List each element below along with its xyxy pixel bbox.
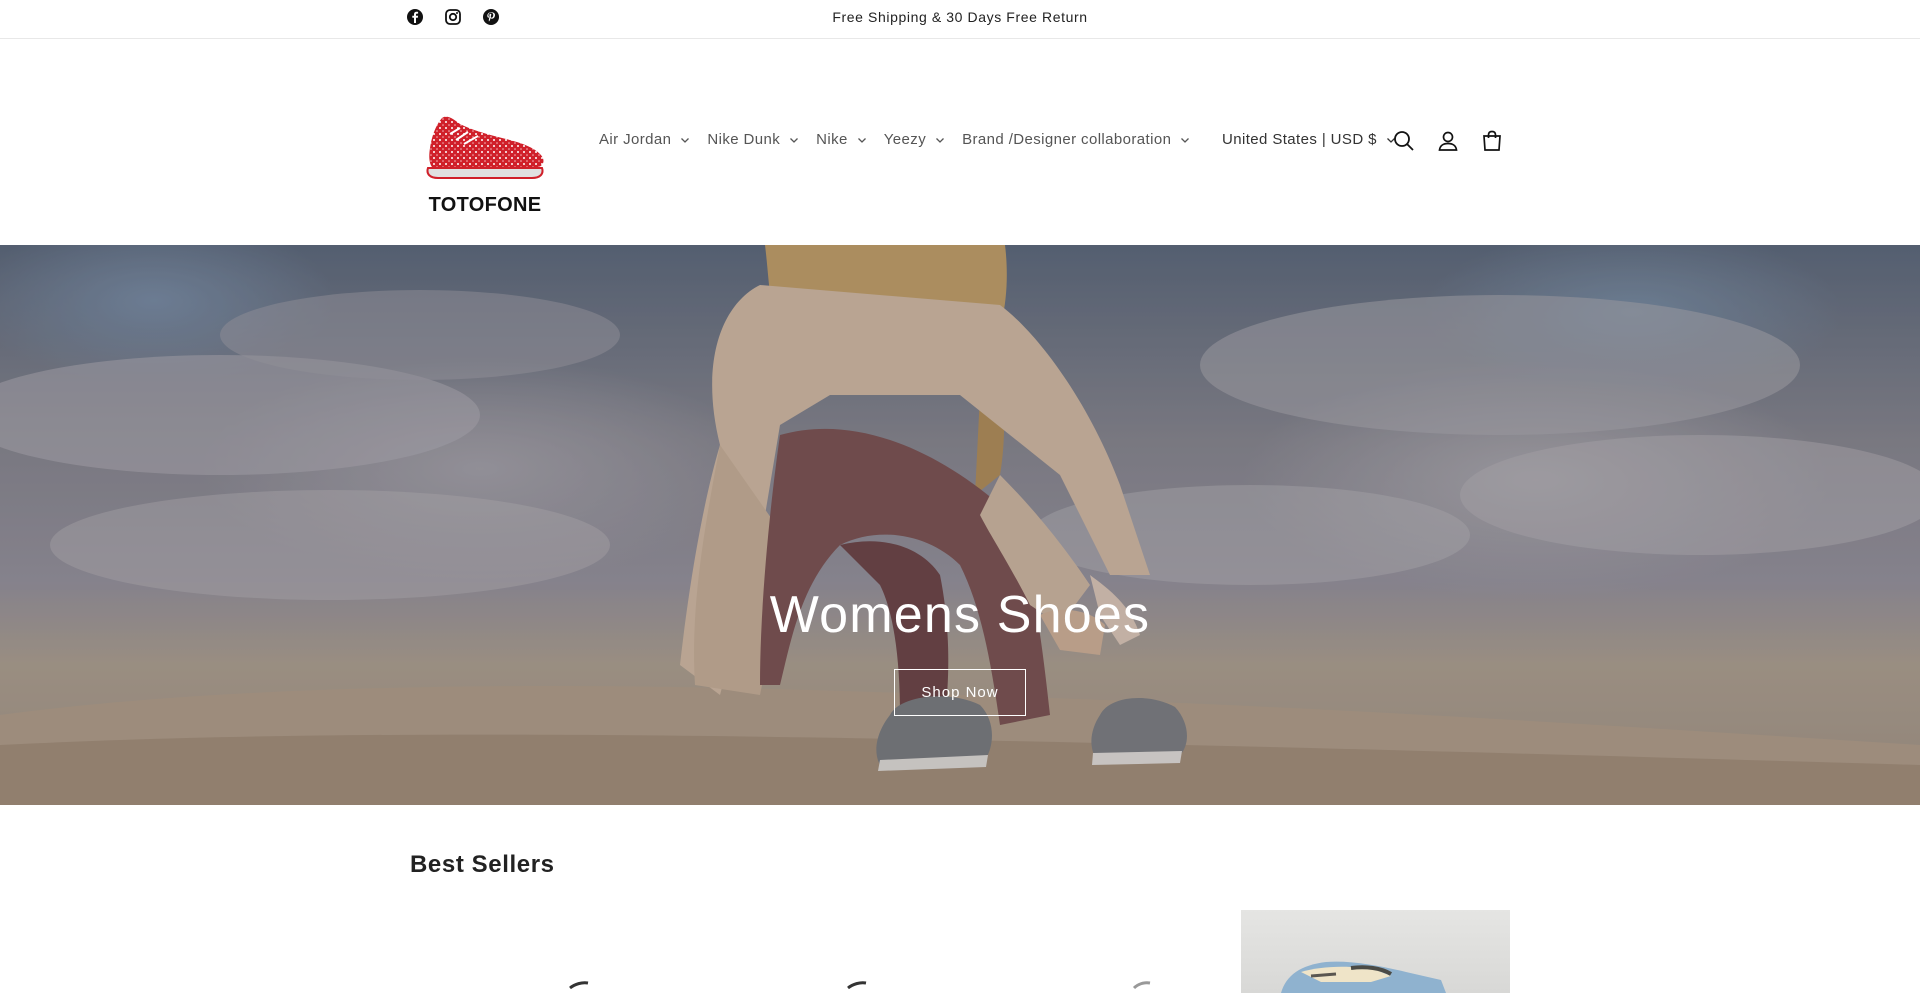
search-icon[interactable] [1392, 129, 1416, 153]
nav-label: Yeezy [883, 131, 927, 148]
chevron-down-icon [936, 137, 945, 143]
nav-label: Brand /Designer collaboration [962, 131, 1172, 148]
product-card[interactable] [1241, 910, 1510, 993]
product-card[interactable] [688, 910, 953, 993]
chevron-down-icon [790, 137, 799, 143]
account-icon[interactable] [1436, 129, 1460, 153]
chevron-down-icon [681, 137, 690, 143]
hero-title: Womens Shoes [769, 586, 1151, 644]
nav-item-nike[interactable]: Nike [816, 131, 867, 148]
product-image [1281, 961, 1446, 993]
site-header: TOTOFONE Air Jordan Nike Dunk Nike Yeezy… [0, 40, 1920, 245]
nav-item-brand-designer-collaboration[interactable]: Brand /Designer collaboration [962, 131, 1190, 148]
nav-item-air-jordan[interactable]: Air Jordan [599, 131, 690, 148]
logo-text: TOTOFONE [428, 194, 542, 216]
announcement-text: Free Shipping & 30 Days Free Return [832, 9, 1088, 25]
nav-label: Air Jordan [599, 131, 672, 148]
nav-item-nike-dunk[interactable]: Nike Dunk [707, 131, 799, 148]
product-card[interactable] [966, 910, 1231, 993]
shop-now-button[interactable]: Shop Now [894, 669, 1026, 716]
chevron-down-icon [857, 137, 866, 143]
nav-item-yeezy[interactable]: Yeezy [884, 131, 945, 148]
nav-label: Nike Dunk [707, 131, 781, 148]
nav-label: Nike [816, 131, 848, 148]
cart-icon[interactable] [1480, 129, 1504, 153]
product-card[interactable] [410, 910, 675, 993]
hero-banner: Womens Shoes Shop Now [0, 245, 1920, 805]
product-image [1132, 981, 1151, 990]
product-image [847, 981, 867, 990]
country-currency-selector[interactable]: United States | USD $ [1222, 131, 1396, 148]
best-sellers-title: Best Sellers [410, 851, 555, 878]
hero-overlay [0, 245, 1920, 805]
product-grid [410, 910, 1510, 993]
chevron-down-icon [1181, 137, 1190, 143]
logo[interactable]: TOTOFONE [420, 90, 550, 218]
announcement-bar: Free Shipping & 30 Days Free Return [0, 0, 1920, 39]
product-image [569, 981, 589, 990]
country-label: United States | USD $ [1222, 131, 1377, 148]
sneaker-logo-icon [426, 116, 544, 179]
main-nav: Air Jordan Nike Dunk Nike Yeezy Brand /D… [599, 131, 1207, 148]
